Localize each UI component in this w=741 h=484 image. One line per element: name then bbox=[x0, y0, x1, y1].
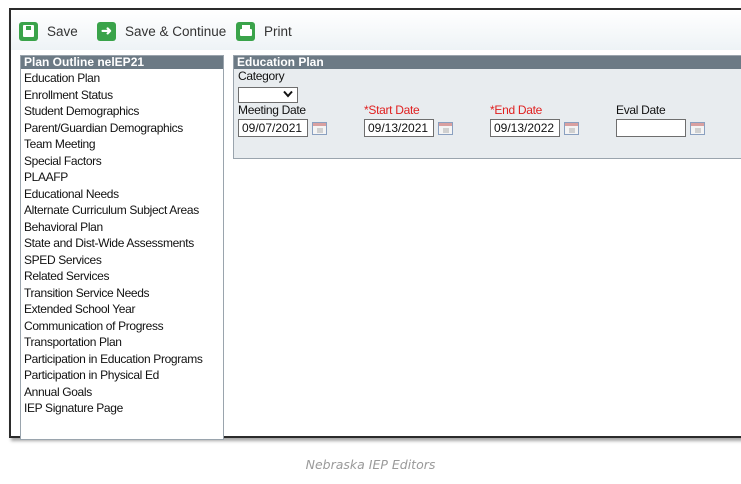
plan-outline-panel: Plan Outline nelEP21 Education Plan Enrol… bbox=[20, 55, 224, 440]
plan-outline-list: Education Plan Enrollment Status Student D… bbox=[21, 69, 223, 417]
eval-date-label: Eval Date bbox=[616, 103, 666, 117]
save-continue-label: Save & Continue bbox=[125, 23, 227, 39]
outline-item[interactable]: Enrollment Status bbox=[24, 87, 223, 104]
start-date-input[interactable] bbox=[364, 119, 434, 137]
outline-item[interactable]: Communication of Progress bbox=[24, 318, 223, 335]
chevron-down-icon bbox=[283, 90, 293, 98]
outline-item[interactable]: IEP Signature Page bbox=[24, 400, 223, 417]
outline-item[interactable]: Education Plan bbox=[24, 70, 223, 87]
save-icon bbox=[19, 21, 38, 41]
meeting-date-input[interactable] bbox=[238, 119, 308, 137]
outline-item[interactable]: Participation in Physical Ed bbox=[24, 367, 223, 384]
printer-icon bbox=[236, 21, 255, 41]
print-button[interactable]: Print bbox=[236, 19, 292, 43]
meeting-date-label: Meeting Date bbox=[238, 103, 306, 117]
outline-item[interactable]: Parent/Guardian Demographics bbox=[24, 120, 223, 137]
end-date-input[interactable] bbox=[490, 119, 560, 137]
education-plan-panel: Education Plan Category Meeting Date *St… bbox=[233, 55, 741, 159]
outline-item[interactable]: Transition Service Needs bbox=[24, 285, 223, 302]
outline-item[interactable]: Transportation Plan bbox=[24, 334, 223, 351]
eval-date-input[interactable] bbox=[616, 119, 686, 137]
calendar-icon[interactable] bbox=[564, 122, 579, 135]
outline-item[interactable]: Student Demographics bbox=[24, 103, 223, 120]
outline-item[interactable]: Related Services bbox=[24, 268, 223, 285]
outline-item[interactable]: Team Meeting bbox=[24, 136, 223, 153]
toolbar: Save ➜ Save & Continue Print bbox=[11, 10, 741, 50]
outline-item[interactable]: Annual Goals bbox=[24, 384, 223, 401]
plan-outline-title: Plan Outline nelEP21 bbox=[21, 56, 223, 69]
end-date-label: *End Date bbox=[490, 103, 543, 117]
outline-item[interactable]: Educational Needs bbox=[24, 186, 223, 203]
category-label: Category bbox=[238, 69, 285, 83]
outline-item[interactable]: Participation in Education Programs bbox=[24, 351, 223, 368]
outline-item[interactable]: State and Dist-Wide Assessments bbox=[24, 235, 223, 252]
outline-item[interactable]: PLAAFP bbox=[24, 169, 223, 186]
outline-item[interactable]: Behavioral Plan bbox=[24, 219, 223, 236]
education-plan-title: Education Plan bbox=[234, 56, 741, 69]
calendar-icon[interactable] bbox=[312, 122, 327, 135]
outline-item[interactable]: Extended School Year bbox=[24, 301, 223, 318]
outline-item[interactable]: SPED Services bbox=[24, 252, 223, 269]
arrow-right-icon: ➜ bbox=[97, 21, 116, 41]
category-select[interactable] bbox=[238, 87, 298, 103]
outline-item[interactable]: Special Factors bbox=[24, 153, 223, 170]
save-continue-button[interactable]: ➜ Save & Continue bbox=[97, 19, 226, 43]
editor-frame: Save ➜ Save & Continue Print Plan Outlin… bbox=[9, 8, 741, 440]
calendar-icon[interactable] bbox=[438, 122, 453, 135]
save-label: Save bbox=[47, 23, 78, 39]
outline-item[interactable]: Alternate Curriculum Subject Areas bbox=[24, 202, 223, 219]
calendar-icon[interactable] bbox=[690, 122, 705, 135]
figure-caption: Nebraska IEP Editors bbox=[305, 457, 436, 472]
start-date-label: *Start Date bbox=[364, 103, 420, 117]
save-button[interactable]: Save bbox=[19, 19, 78, 43]
print-label: Print bbox=[264, 23, 292, 39]
